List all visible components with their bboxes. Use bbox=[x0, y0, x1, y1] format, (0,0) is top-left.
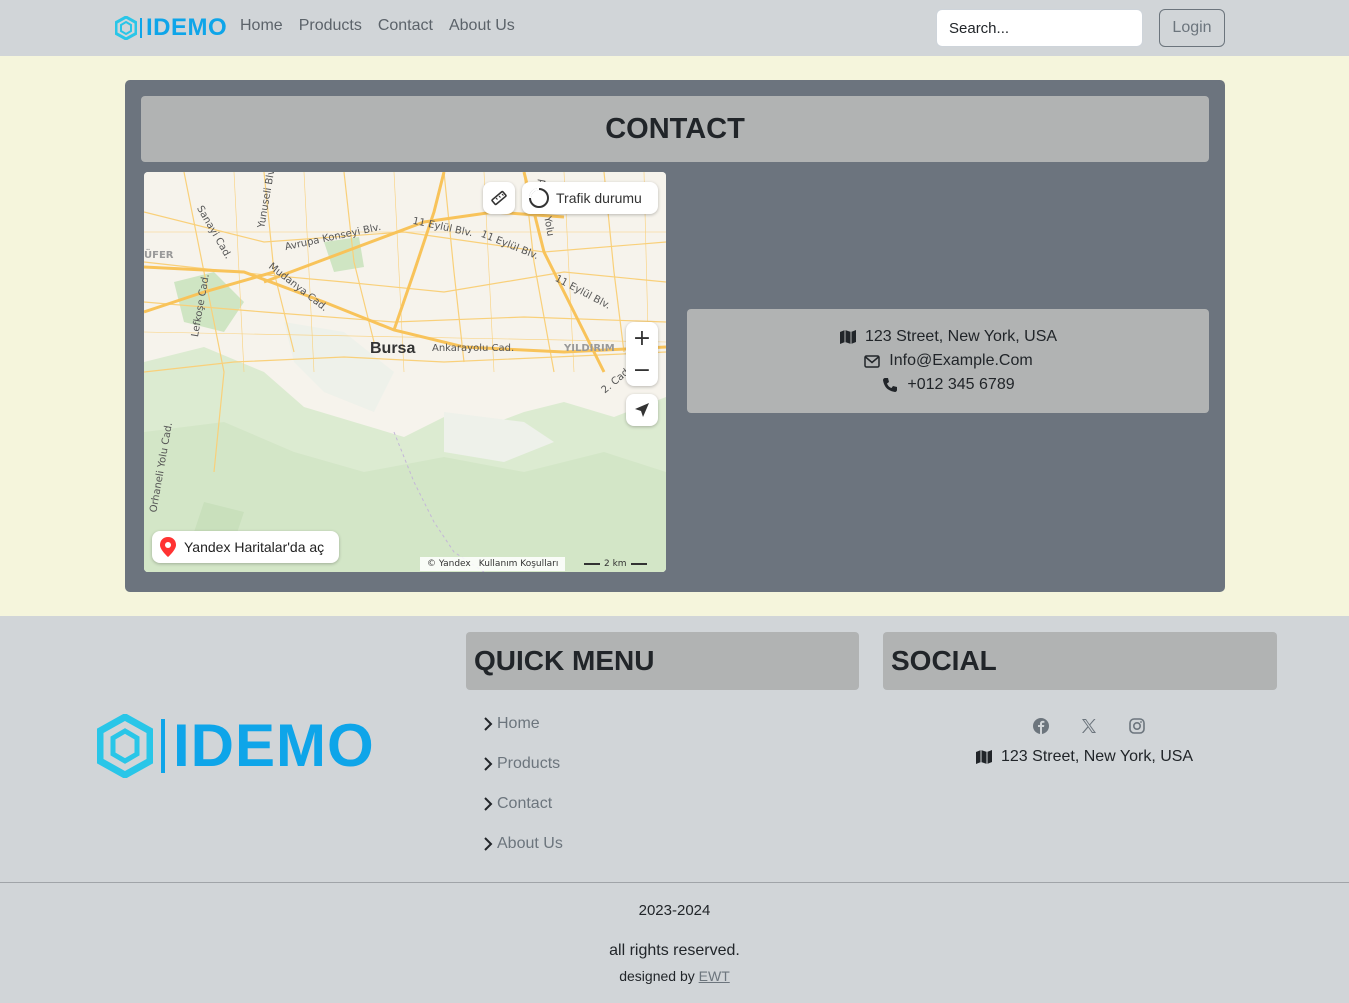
contact-header: CONTACT bbox=[141, 96, 1209, 162]
scale-line-right bbox=[630, 563, 647, 565]
map-attribution: © Yandex Kullanım Koşulları bbox=[420, 557, 566, 571]
traffic-label: Trafik durumu bbox=[556, 190, 642, 206]
designed-by: designed by EWT bbox=[0, 968, 1349, 984]
login-button[interactable]: Login bbox=[1159, 9, 1225, 47]
scale-line-left bbox=[584, 563, 600, 565]
ruler-button[interactable] bbox=[483, 182, 515, 214]
contact-card: CONTACT Avrupa Konseyi Blv. 11 Eylül Blv… bbox=[125, 80, 1225, 592]
hexagon-logo-icon bbox=[97, 714, 153, 778]
quick-menu-label: Home bbox=[497, 715, 540, 732]
nav-link-products[interactable]: Products bbox=[299, 17, 362, 35]
footer-logo[interactable]: IDEMO bbox=[97, 714, 375, 778]
traffic-icon bbox=[528, 187, 549, 208]
x-icon[interactable] bbox=[1078, 716, 1100, 736]
social-title: SOCIAL bbox=[891, 645, 997, 676]
copyright-years: 2023-2024 bbox=[638, 902, 711, 919]
quick-menu-item-contact[interactable]: Contact bbox=[482, 794, 563, 814]
nav-links: Home Products Contact About Us bbox=[240, 17, 515, 35]
footer-divider bbox=[0, 882, 1349, 883]
zoom-out-button[interactable]: − bbox=[626, 354, 658, 386]
envelope-icon bbox=[863, 353, 881, 369]
instagram-icon[interactable] bbox=[1126, 716, 1148, 736]
quick-menu-label: Products bbox=[497, 755, 561, 772]
map-copyright[interactable]: © Yandex bbox=[427, 559, 471, 569]
designer-link[interactable]: EWT bbox=[699, 968, 730, 984]
zoom-in-button[interactable]: + bbox=[626, 322, 658, 354]
map-district-label: ÜFER bbox=[144, 250, 174, 261]
traffic-button[interactable]: Trafik durumu bbox=[522, 182, 658, 214]
open-in-yandex-button[interactable]: Yandex Haritalar'da aç bbox=[152, 531, 339, 563]
quick-menu-label: Contact bbox=[497, 795, 553, 812]
facebook-icon[interactable] bbox=[1030, 716, 1052, 736]
designed-by-prefix: designed by bbox=[619, 968, 695, 984]
map-city-label: Bursa bbox=[370, 340, 416, 357]
locate-button[interactable] bbox=[626, 394, 658, 426]
social-header: SOCIAL bbox=[883, 632, 1277, 690]
nav-link-contact[interactable]: Contact bbox=[378, 17, 433, 35]
map-street-label: Ankarayolu Cad. bbox=[432, 343, 515, 354]
chevron-right-icon bbox=[484, 757, 493, 771]
map-icon bbox=[975, 749, 993, 765]
contact-info-box: 123 Street, New York, USA Info@Example.C… bbox=[687, 309, 1209, 413]
quick-menu-list: Home Products Contact About Us bbox=[482, 714, 563, 854]
search-input[interactable] bbox=[936, 9, 1143, 47]
chevron-right-icon bbox=[484, 717, 493, 731]
map-scale: 2 km bbox=[584, 557, 647, 571]
brand-logo[interactable]: IDEMO bbox=[115, 13, 227, 43]
social-address-line: 123 Street, New York, USA bbox=[975, 748, 1193, 766]
footer: IDEMO QUICK MENU Home Products Contact A… bbox=[0, 616, 1349, 1003]
quick-menu-header: QUICK MENU bbox=[466, 632, 859, 690]
phone-line: +012 345 6789 bbox=[881, 375, 1015, 395]
address-text: 123 Street, New York, USA bbox=[864, 328, 1058, 345]
open-in-yandex-label: Yandex Haritalar'da aç bbox=[184, 539, 325, 555]
navigation-arrow-icon bbox=[635, 403, 649, 417]
zoom-controls: + − bbox=[626, 322, 658, 386]
ruler-icon bbox=[491, 190, 507, 206]
quick-menu-title: QUICK MENU bbox=[474, 645, 655, 676]
email-line: Info@Example.Com bbox=[863, 351, 1033, 371]
brand-divider bbox=[140, 18, 142, 38]
footer-logo-text: IDEMO bbox=[173, 712, 375, 779]
social-icons bbox=[1030, 716, 1148, 736]
quick-menu-item-home[interactable]: Home bbox=[482, 714, 563, 734]
map-district-label: YILDIRIM bbox=[564, 343, 615, 354]
map-scale-label: 2 km bbox=[604, 559, 627, 569]
brand-text: IDEMO bbox=[146, 14, 228, 41]
navbar: IDEMO Home Products Contact About Us Log… bbox=[0, 0, 1349, 56]
map-terms-link[interactable]: Kullanım Koşulları bbox=[479, 559, 559, 569]
map-embed[interactable]: Avrupa Konseyi Blv. 11 Eylül Blv. 11 Eyl… bbox=[144, 172, 666, 572]
chevron-right-icon bbox=[484, 837, 493, 851]
quick-menu-item-about[interactable]: About Us bbox=[482, 834, 563, 854]
map-tiles[interactable] bbox=[144, 172, 666, 572]
chevron-right-icon bbox=[484, 797, 493, 811]
address-line: 123 Street, New York, USA bbox=[839, 327, 1057, 347]
hexagon-logo-icon bbox=[115, 16, 137, 40]
quick-menu-item-products[interactable]: Products bbox=[482, 754, 563, 774]
contact-title: CONTACT bbox=[605, 112, 745, 145]
quick-menu-label: About Us bbox=[497, 835, 563, 852]
map-icon bbox=[839, 329, 857, 345]
social-address-text: 123 Street, New York, USA bbox=[1001, 748, 1194, 765]
nav-link-about[interactable]: About Us bbox=[449, 17, 515, 35]
nav-link-home[interactable]: Home bbox=[240, 17, 283, 35]
map-pin-icon bbox=[160, 537, 176, 557]
footer-logo-divider bbox=[161, 719, 165, 773]
phone-icon bbox=[881, 377, 899, 393]
rights-text: all rights reserved. bbox=[609, 942, 740, 959]
email-text: Info@Example.Com bbox=[889, 352, 1033, 369]
phone-text: +012 345 6789 bbox=[907, 376, 1015, 393]
